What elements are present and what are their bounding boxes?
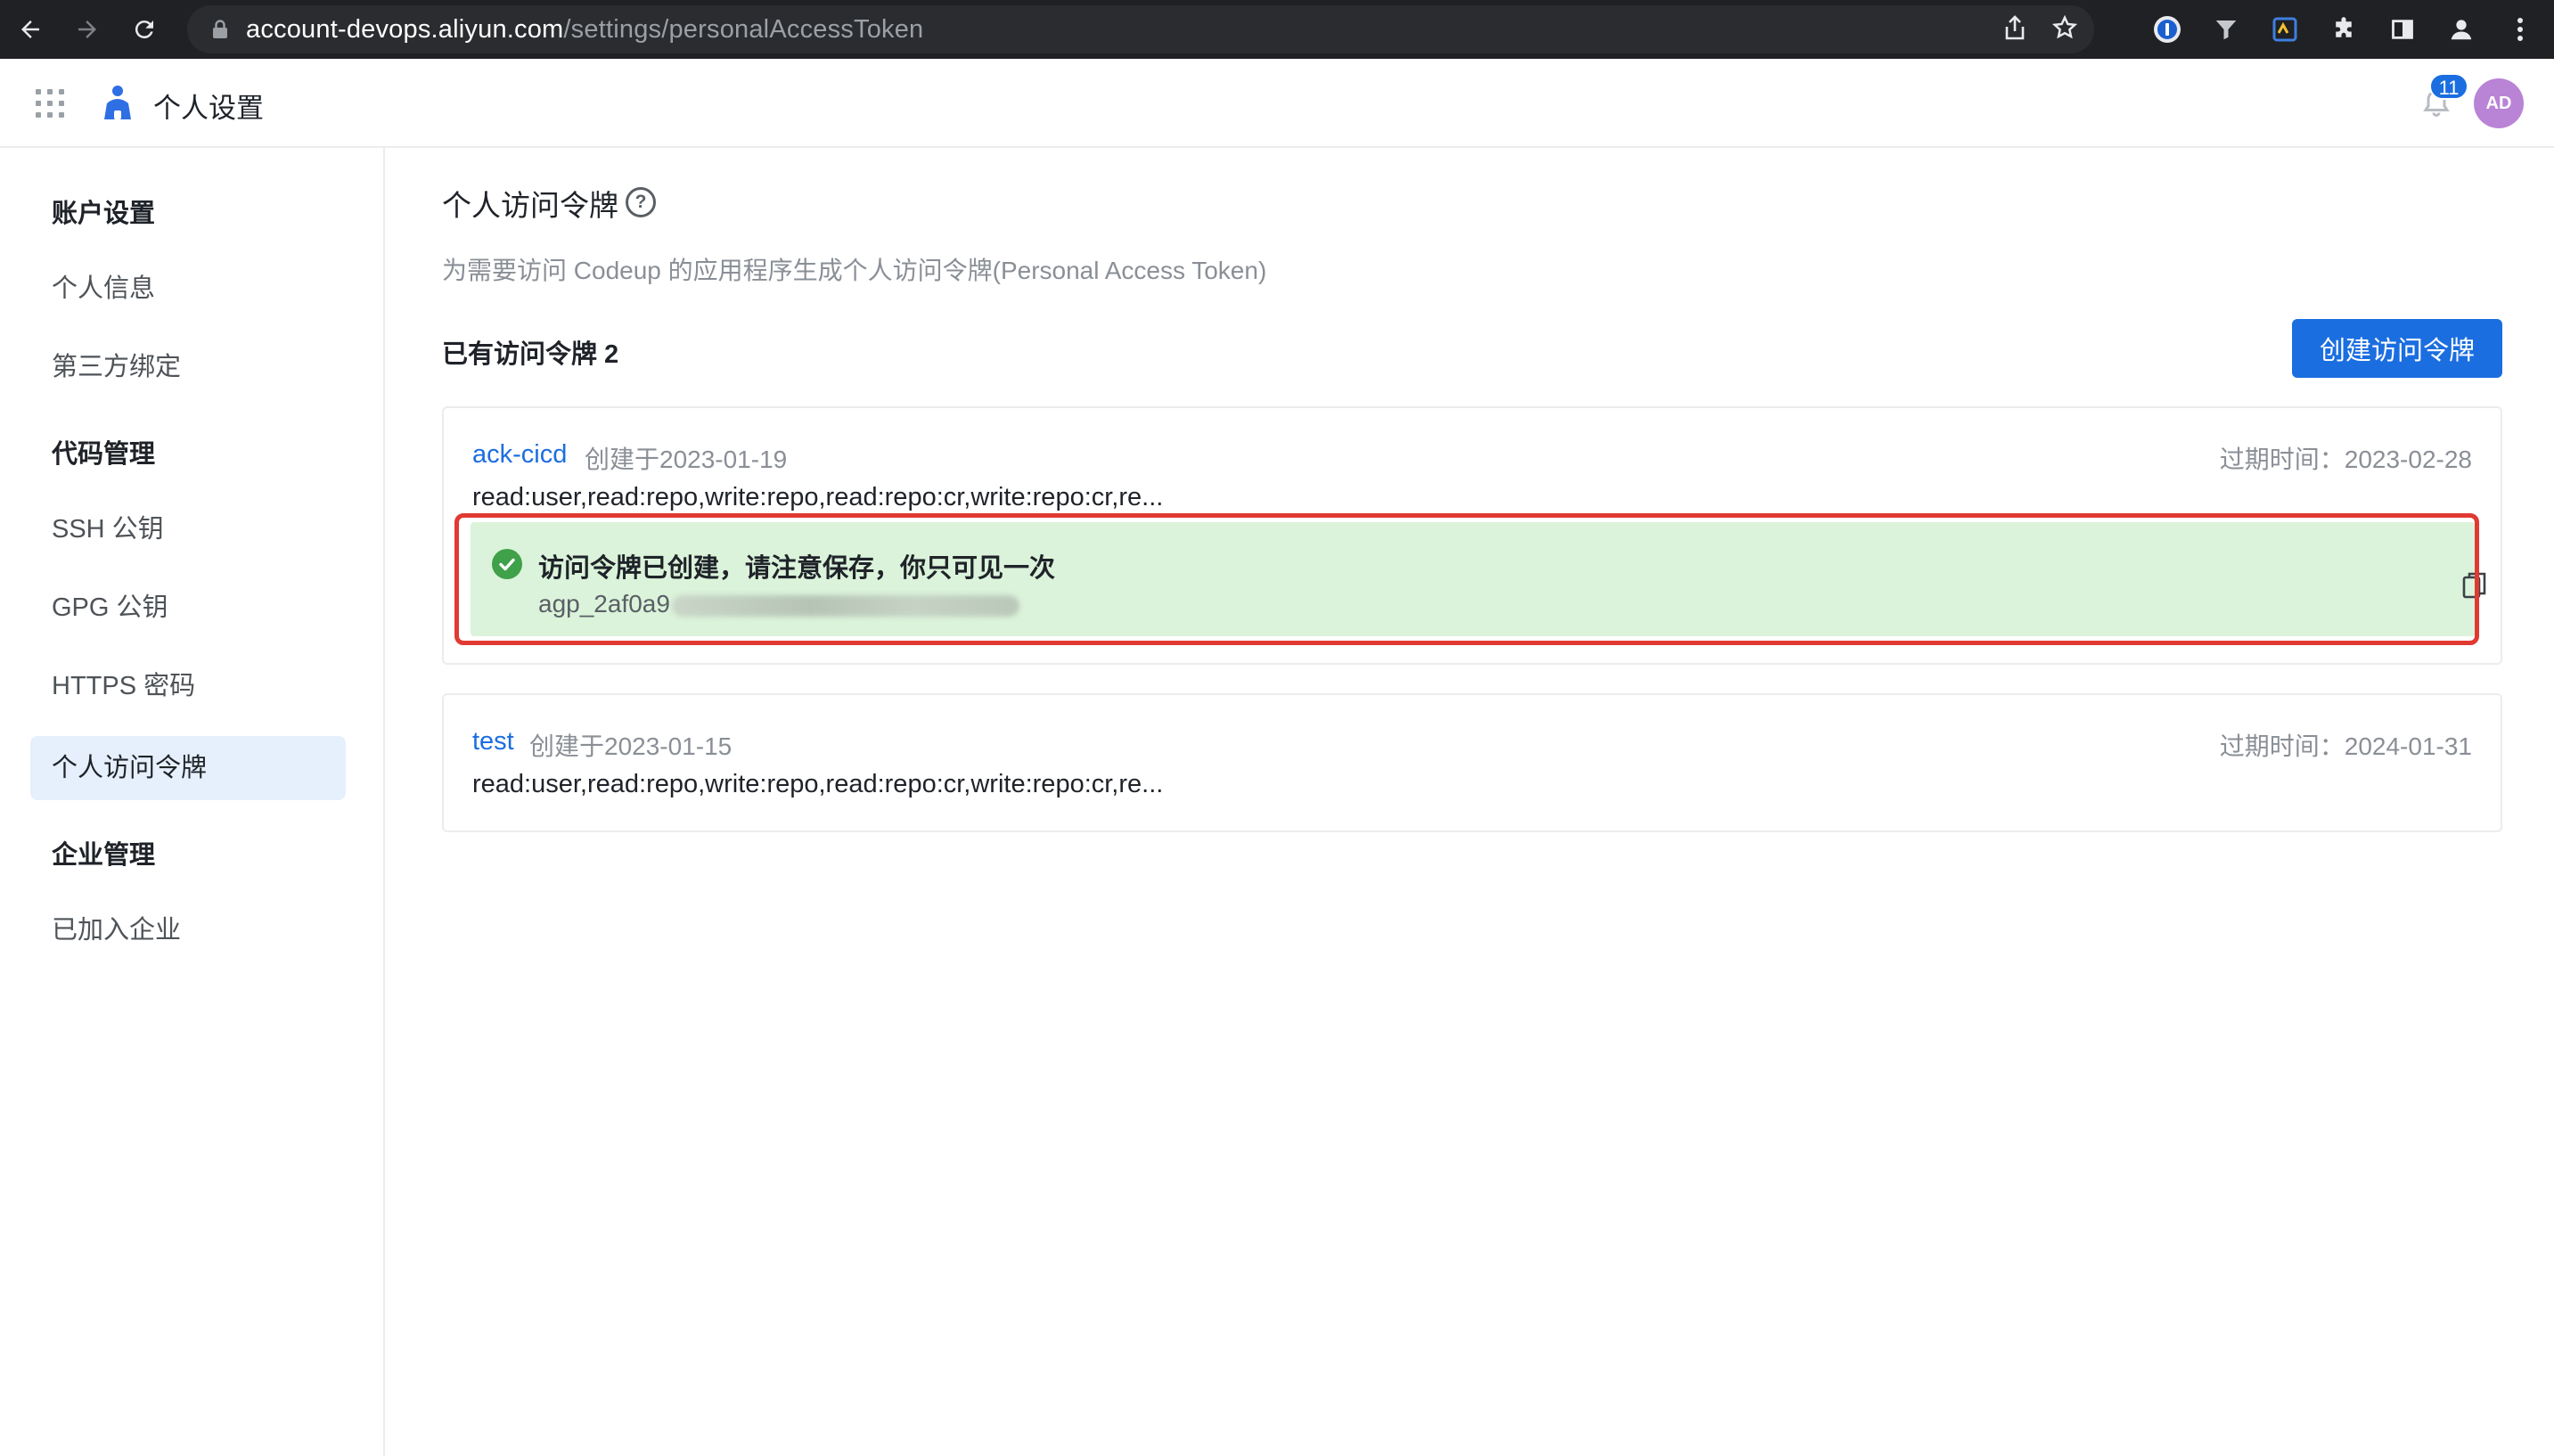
- page-description: 为需要访问 Codeup 的应用程序生成个人访问令牌(Personal Acce…: [442, 257, 1267, 284]
- extensions-bar: [2151, 0, 2536, 59]
- token-created-date: 创建于2023-01-15: [529, 732, 733, 760]
- puzzle-icon[interactable]: [2328, 13, 2360, 45]
- token-value-redacted: [672, 595, 1019, 617]
- profile-icon[interactable]: [2445, 13, 2477, 45]
- sidebar-group-account: 账户设置: [52, 200, 156, 228]
- user-avatar[interactable]: AD: [2474, 78, 2524, 128]
- token-name-link[interactable]: test: [472, 727, 514, 757]
- url-text: account-devops.aliyun.com/settings/perso…: [246, 14, 924, 44]
- back-icon[interactable]: [4, 0, 57, 59]
- sidebar-item-https-password[interactable]: HTTPS 密码: [30, 654, 346, 718]
- token-expire-date: 过期时间：2023-02-28: [2219, 446, 2472, 473]
- password-manager-icon[interactable]: [2151, 13, 2183, 45]
- token-value: agp_2af0a9: [538, 590, 670, 618]
- copy-icon[interactable]: [2461, 570, 2488, 605]
- app-grid-icon[interactable]: [36, 89, 64, 118]
- sidebar-item-third-party[interactable]: 第三方绑定: [30, 335, 346, 399]
- token-scopes: read:user,read:repo,write:repo,read:repo…: [472, 483, 1164, 511]
- token-created-date: 创建于2023-01-19: [585, 446, 788, 473]
- help-icon[interactable]: ?: [626, 187, 656, 217]
- menu-icon[interactable]: [2504, 13, 2536, 45]
- token-created-alert: 访问令牌已创建，请注意保存，你只可见一次 agp_2af0a9: [471, 522, 2486, 636]
- sidebar-item-gpg-key[interactable]: GPG 公钥: [30, 576, 346, 640]
- translate-icon[interactable]: [2269, 13, 2301, 45]
- token-scopes: read:user,read:repo,write:repo,read:repo…: [472, 770, 1164, 798]
- share-icon[interactable]: [2003, 14, 2026, 45]
- logo-icon[interactable]: [100, 84, 135, 123]
- sidebar-group-code: 代码管理: [52, 440, 156, 469]
- token-name-link[interactable]: ack-cicd: [472, 440, 567, 470]
- side-panel-icon[interactable]: [2386, 13, 2419, 45]
- token-card: test 创建于2023-01-15 过期时间：2024-01-31 read:…: [442, 693, 2502, 832]
- create-token-button[interactable]: 创建访问令牌: [2292, 319, 2502, 378]
- token-expire-date: 过期时间：2024-01-31: [2219, 732, 2472, 760]
- browser-toolbar: account-devops.aliyun.com/settings/perso…: [0, 0, 2554, 59]
- page-title: 个人访问令牌: [442, 189, 618, 222]
- filter-icon[interactable]: [2210, 13, 2242, 45]
- settings-sidebar: 账户设置 个人信息 第三方绑定 代码管理 SSH 公钥 GPG 公钥 HTTPS…: [0, 148, 385, 1456]
- star-icon[interactable]: [2051, 14, 2078, 45]
- address-bar[interactable]: account-devops.aliyun.com/settings/perso…: [187, 5, 2094, 53]
- token-count-label: 已有访问令牌 2: [442, 340, 619, 369]
- token-card: ack-cicd 创建于2023-01-19 过期时间：2023-02-28 r…: [442, 406, 2502, 665]
- forward-icon[interactable]: [61, 0, 114, 59]
- lock-icon[interactable]: [210, 20, 230, 39]
- omnibox-actions: [2003, 5, 2078, 53]
- success-check-icon: [492, 549, 522, 579]
- sidebar-item-ssh-key[interactable]: SSH 公钥: [30, 497, 346, 561]
- sidebar-item-joined-enterprise[interactable]: 已加入企业: [30, 898, 346, 962]
- app-title: 个人设置: [153, 93, 264, 124]
- sidebar-item-access-token[interactable]: 个人访问令牌: [30, 736, 346, 800]
- reload-icon[interactable]: [118, 0, 171, 59]
- notification-count-badge[interactable]: 11: [2429, 73, 2468, 100]
- sidebar-group-enterprise: 企业管理: [52, 841, 156, 870]
- app-header: 个人设置 11 AD: [0, 59, 2554, 148]
- success-message: 访问令牌已创建，请注意保存，你只可见一次: [538, 554, 1056, 583]
- sidebar-item-profile[interactable]: 个人信息: [30, 257, 346, 321]
